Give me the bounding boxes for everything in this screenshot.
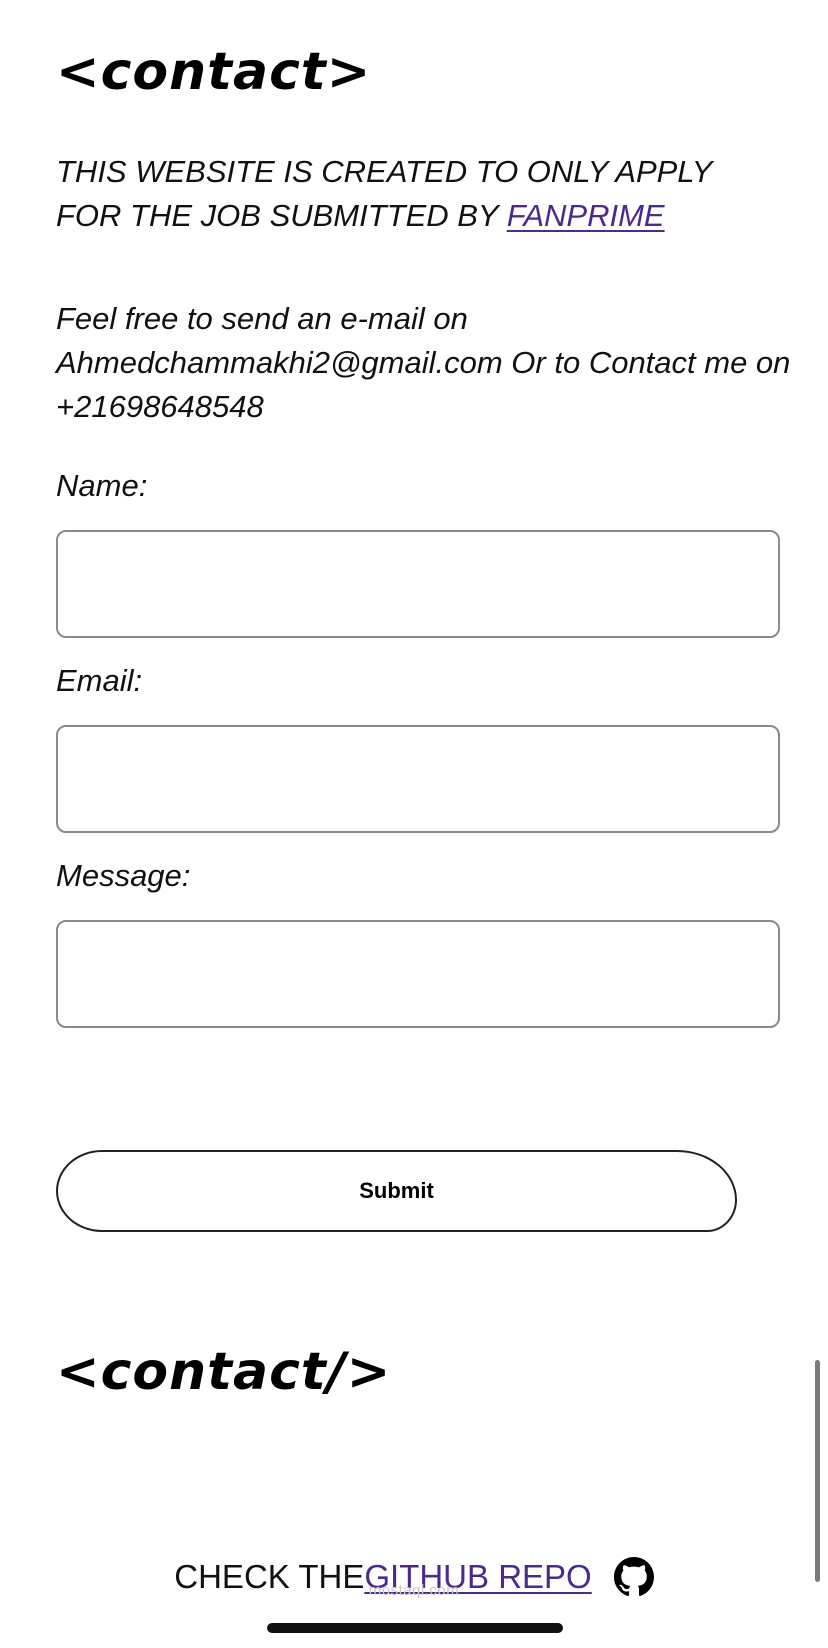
name-label: Name:	[56, 468, 148, 503]
name-field[interactable]	[56, 530, 780, 638]
closing-title: <contact/>	[56, 1342, 392, 1402]
email-field[interactable]	[56, 725, 780, 833]
message-label: Message:	[56, 858, 191, 893]
email-label: Email:	[56, 663, 143, 698]
page-title: <contact>	[56, 42, 372, 102]
intro-text: THIS WEBSITE IS CREATED TO ONLY APPLY FO…	[56, 150, 776, 238]
fanprime-link[interactable]: FANPRIME	[507, 198, 665, 233]
submit-button[interactable]: Submit	[56, 1150, 737, 1232]
contact-info-text: Feel free to send an e-mail on Ahmedcham…	[56, 301, 791, 424]
message-field[interactable]	[56, 920, 780, 1028]
home-indicator	[267, 1623, 563, 1633]
scrollbar[interactable]	[815, 1360, 820, 1582]
watermark: mostaql.com	[368, 1582, 460, 1599]
